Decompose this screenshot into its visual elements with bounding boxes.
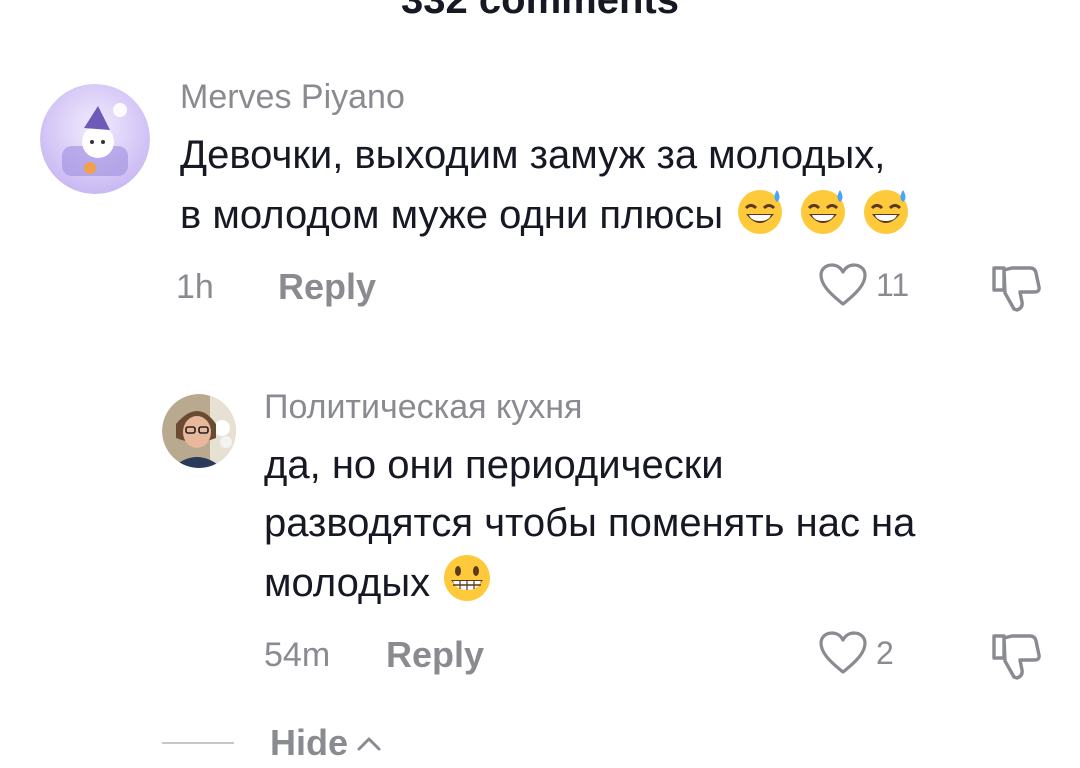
heart-icon xyxy=(819,631,867,674)
comment-text: Девочки, выходим замуж за молодых, в мол… xyxy=(180,126,1040,244)
sweat-smile-icon xyxy=(734,190,797,237)
comments-count-title: 332 comments xyxy=(401,0,679,22)
comment-username[interactable]: Merves Piyano xyxy=(180,78,405,117)
chevron-up-icon xyxy=(357,737,381,751)
comment-text-line: в молодом муже одни плюсы xyxy=(180,184,1040,244)
like-count: 2 xyxy=(876,634,894,671)
like-count: 11 xyxy=(876,266,910,303)
grin-icon xyxy=(430,555,493,605)
hide-replies-button[interactable]: Hide xyxy=(162,722,382,764)
avatar[interactable] xyxy=(40,84,150,194)
comment-text-line: Девочки, выходим замуж за молодых, xyxy=(180,133,886,177)
reply-button[interactable]: Reply xyxy=(278,266,376,308)
sweat-smile-icon xyxy=(860,190,912,237)
thumbs-down-icon xyxy=(992,266,1041,312)
reply-button[interactable]: Reply xyxy=(386,634,484,676)
like-button[interactable]: 2 xyxy=(818,630,894,676)
divider-line xyxy=(162,742,234,744)
heart-icon xyxy=(819,263,867,306)
comment-time: 54m xyxy=(264,636,331,674)
comment-username[interactable]: Политическая кухня xyxy=(264,388,582,427)
hide-label: Hide xyxy=(270,722,349,763)
comment-time: 1h xyxy=(176,268,214,306)
avatar[interactable] xyxy=(162,394,236,468)
dislike-button[interactable] xyxy=(988,262,1042,317)
like-button[interactable]: 11 xyxy=(818,262,909,308)
comment-text-line: разводятся чтобы поменять нас на xyxy=(264,501,916,545)
comments-panel: 332 comments Merves Piyano Девочки, выхо… xyxy=(0,0,1080,768)
dislike-button[interactable] xyxy=(988,630,1042,685)
comment-text-line: да, но они периодически xyxy=(264,443,724,487)
sweat-smile-icon xyxy=(797,190,860,237)
comment-text-line: молодых xyxy=(264,552,1044,612)
thumbs-down-icon xyxy=(992,634,1041,680)
comment-text: да, но они периодически разводятся чтобы… xyxy=(264,436,1044,612)
